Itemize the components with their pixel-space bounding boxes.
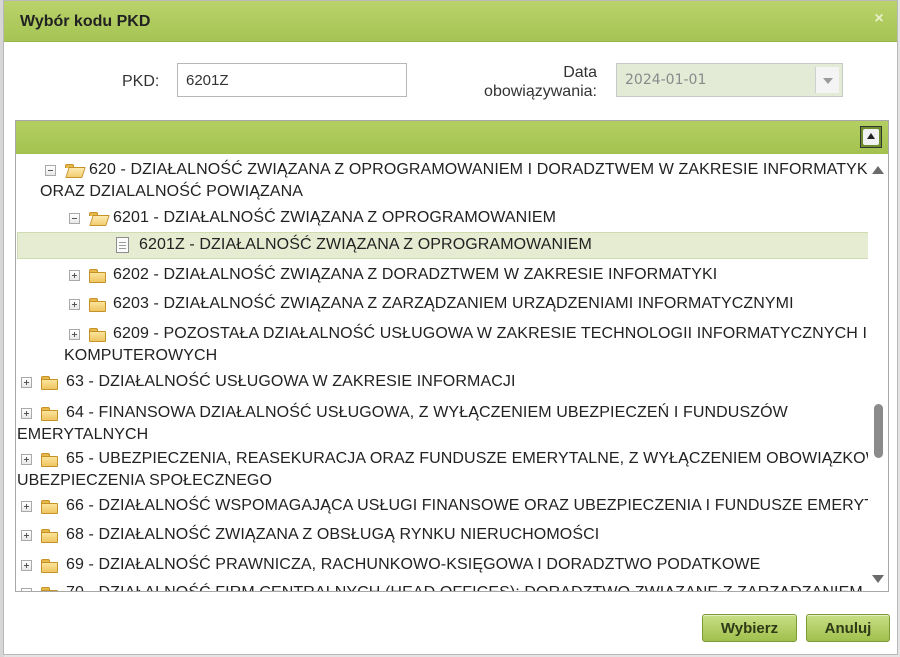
tree-node-6203[interactable]: 6203 - DZIAŁALNOŚĆ ZWIĄZANA Z ZARZĄDZANI… [16,293,868,315]
close-icon[interactable]: × [871,10,887,28]
tree-node-label-cont: UBEZPIECZENIA SPOŁECZNEGO [17,472,272,489]
scrollbar-thumb[interactable] [874,404,883,458]
tree-node-68[interactable]: 68 - DZIAŁALNOŚĆ ZWIĄZANA Z OBSŁUGĄ RYNK… [16,524,868,546]
tree-node-6202[interactable]: 6202 - DZIAŁALNOŚĆ ZWIĄZANA Z DORADZTWEM… [16,264,868,286]
folder-icon [41,587,58,591]
tree-node-label: 6201 - DZIAŁALNOŚĆ ZWIĄZANA Z OPROGRAMOW… [113,209,557,226]
minus-icon[interactable] [69,213,80,224]
tree-node-6209[interactable]: 6209 - POZOSTAŁA DZIAŁALNOŚĆ USŁUGOWA W … [16,320,868,366]
folder-open-icon [89,212,106,225]
plus-icon[interactable] [21,560,32,571]
tree-node-label: 65 - UBEZPIECZENIA, REASEKURACJA ORAZ FU… [66,450,868,467]
cancel-button[interactable]: Anuluj [806,614,890,642]
tree-node-70[interactable]: 70 - DZIAŁALNOŚĆ FIRM CENTRALNYCH (HEAD … [16,582,868,591]
folder-icon [89,298,106,312]
tree-node-label: 6201Z - DZIAŁALNOŚĆ ZWIĄZANA Z OPROGRAMO… [139,236,592,253]
plus-icon[interactable] [21,408,32,419]
tree-node-63[interactable]: 63 - DZIAŁALNOŚĆ USŁUGOWA W ZAKRESIE INF… [16,371,868,393]
folder-icon [41,407,58,421]
plus-icon[interactable] [69,270,80,281]
select-button[interactable]: Wybierz [702,614,797,642]
folder-icon [41,376,58,390]
tree-header [16,121,888,154]
tree-node-label: 6209 - POZOSTAŁA DZIAŁALNOŚĆ USŁUGOWA W … [113,325,868,342]
date-select[interactable]: 2024-01-01 [616,63,843,97]
document-icon [116,237,129,253]
date-value: 2024-01-01 [625,72,707,88]
tree-node-66[interactable]: 66 - DZIAŁALNOŚĆ WSPOMAGAJĄCA USŁUGI FIN… [16,495,868,517]
date-label-line1: Data [563,64,597,81]
plus-icon[interactable] [21,530,32,541]
tree-node-65[interactable]: 65 - UBEZPIECZENIA, REASEKURACJA ORAZ FU… [16,445,868,491]
pkd-dialog: Wybór kodu PKD × PKD: Data obowiązywania… [3,0,898,655]
tree-node-6201[interactable]: 6201 - DZIAŁALNOŚĆ ZWIĄZANA Z OPROGRAMOW… [16,207,868,229]
tree-node-6201z[interactable]: 6201Z - DZIAŁALNOŚĆ ZWIĄZANA Z OPROGRAMO… [17,232,868,259]
plus-icon[interactable] [69,299,80,310]
plus-icon[interactable] [69,329,80,340]
plus-icon[interactable] [21,501,32,512]
dialog-title: Wybór kodu PKD [20,13,151,30]
tree-node-label: 63 - DZIAŁALNOŚĆ USŁUGOWA W ZAKRESIE INF… [66,373,516,390]
tree-node-label-cont: KOMPUTEROWYCH [64,347,218,364]
tree-body: 620 - DZIAŁALNOŚĆ ZWIĄZANA Z OPROGRAMOWA… [16,154,868,591]
plus-icon[interactable] [21,377,32,388]
folder-open-icon [65,164,82,177]
folder-icon [41,500,58,514]
folder-icon [89,328,106,342]
tree-node-label: 6202 - DZIAŁALNOŚĆ ZWIĄZANA Z DORADZTWEM… [113,266,718,283]
folder-icon [41,529,58,543]
tree-node-64[interactable]: 64 - FINANSOWA DZIAŁALNOŚĆ USŁUGOWA, Z W… [16,399,868,445]
pkd-tree-panel: 620 - DZIAŁALNOŚĆ ZWIĄZANA Z OPROGRAMOWA… [15,120,889,592]
tree-node-label: 620 - DZIAŁALNOŚĆ ZWIĄZANA Z OPROGRAMOWA… [89,161,868,178]
dialog-titlebar: Wybór kodu PKD × [4,1,897,42]
tree-scrollbar[interactable] [868,154,888,591]
tree-node-label-cont: ORAZ DZIALALNOŚĆ POWIĄZANA [40,183,304,200]
tree-node-label: 68 - DZIAŁALNOŚĆ ZWIĄZANA Z OBSŁUGĄ RYNK… [66,526,600,543]
tree-node-label-cont: EMERYTALNYCH [17,426,149,443]
tree-node-label: 64 - FINANSOWA DZIAŁALNOŚĆ USŁUGOWA, Z W… [66,404,788,421]
chevron-down-icon[interactable] [815,67,839,93]
pkd-input[interactable] [177,63,407,97]
tree-node-label: 66 - DZIAŁALNOŚĆ WSPOMAGAJĄCA USŁUGI FIN… [66,497,868,514]
pkd-label: PKD: [122,73,160,90]
folder-icon [41,559,58,573]
scroll-down-icon[interactable] [872,575,884,583]
collapse-up-icon[interactable] [860,126,882,148]
folder-icon [41,453,58,467]
tree-node-label: 70 - DZIAŁALNOŚĆ FIRM CENTRALNYCH (HEAD … [66,582,863,591]
minus-icon[interactable] [45,165,56,176]
date-label-line2: obowiązywania: [484,83,597,100]
date-label: Data obowiązywania: [474,63,597,101]
scroll-up-icon[interactable] [872,166,884,174]
tree-node-620[interactable]: 620 - DZIAŁALNOŚĆ ZWIĄZANA Z OPROGRAMOWA… [16,156,868,204]
plus-icon[interactable] [21,588,32,591]
tree-node-label: 69 - DZIAŁALNOŚĆ PRAWNICZA, RACHUNKOWO-K… [66,556,761,573]
plus-icon[interactable] [21,454,32,465]
folder-icon [89,269,106,283]
tree-node-69[interactable]: 69 - DZIAŁALNOŚĆ PRAWNICZA, RACHUNKOWO-K… [16,554,868,576]
tree-node-label: 6203 - DZIAŁALNOŚĆ ZWIĄZANA Z ZARZĄDZANI… [113,295,794,312]
